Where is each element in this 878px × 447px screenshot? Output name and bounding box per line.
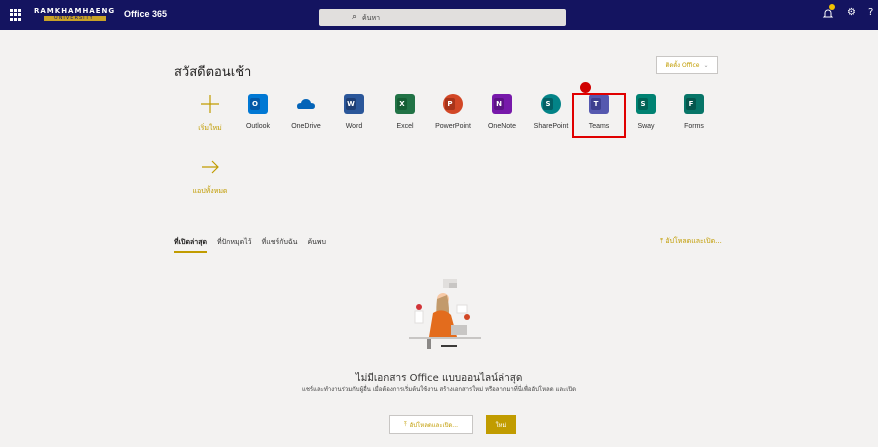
chevron-down-icon: ⌄: [703, 61, 709, 69]
upload-button-label: อัปโหลดและเปิด...: [409, 421, 459, 429]
tab-shared[interactable]: ที่แชร์กับฉัน: [262, 237, 298, 253]
app-name[interactable]: Office 365: [124, 9, 167, 19]
sharepoint-icon: S: [541, 94, 561, 114]
plus-icon: [200, 94, 220, 114]
outlook-icon: O: [248, 94, 268, 114]
search-icon: ⌕: [352, 12, 358, 22]
install-office-label: ติดตั้ง Office: [665, 62, 700, 69]
search-placeholder: ค้นหา: [362, 14, 381, 22]
upload-open-link[interactable]: ⤒ อัปโหลดและเปิด...: [660, 236, 722, 247]
top-bar: RAMKHAMHAENG UNIVERSITY Office 365 ⌕ ค้น…: [0, 0, 878, 30]
all-apps-link[interactable]: แอปทั้งหมด: [180, 157, 240, 197]
upload-open-button[interactable]: ⤒ อัปโหลดและเปิด...: [389, 415, 473, 434]
empty-state-title: ไม่มีเอกสาร Office แบบออนไลน์ล่าสุด: [355, 373, 523, 384]
powerpoint-icon: P: [443, 94, 463, 114]
logo-text: RAMKHAMHAENG: [34, 7, 116, 15]
highlight-marker: [580, 82, 591, 93]
install-office-button[interactable]: ติดตั้ง Office ⌄: [656, 56, 718, 74]
teams-highlight-box: [572, 93, 626, 138]
sway-icon: S: [636, 94, 656, 114]
excel-icon: X: [395, 94, 415, 114]
app-forms[interactable]: F Forms: [664, 94, 724, 130]
logo-subtext: UNIVERSITY: [54, 15, 94, 21]
upload-link-label: อัปโหลดและเปิด...: [665, 237, 722, 245]
onenote-icon: N: [492, 94, 512, 114]
bell-icon[interactable]: [822, 8, 834, 20]
university-logo[interactable]: RAMKHAMHAENG UNIVERSITY: [34, 6, 116, 24]
app-label: Forms: [684, 123, 704, 130]
greeting-title: สวัสดีตอนเช้า: [174, 65, 252, 80]
app-launcher-icon[interactable]: [10, 9, 22, 21]
document-tabs: ที่เปิดล่าสุด ที่ปักหมุดไว้ ที่แชร์กับฉั…: [174, 237, 326, 253]
gear-icon[interactable]: ⚙: [847, 7, 856, 18]
empty-state-illustration: [409, 279, 481, 349]
tab-recent[interactable]: ที่เปิดล่าสุด: [174, 237, 208, 253]
upload-icon: ⤒: [403, 420, 407, 428]
tab-discover[interactable]: ค้นพบ: [307, 237, 326, 253]
upload-icon: ⤒: [660, 237, 664, 245]
help-icon[interactable]: ?: [868, 7, 873, 18]
search-input[interactable]: ⌕ ค้นหา: [319, 9, 566, 26]
arrow-right-icon: [200, 157, 220, 177]
all-apps-label: แอปทั้งหมด: [192, 188, 228, 195]
forms-icon: F: [684, 94, 704, 114]
empty-state-description: แชร์และทำงานร่วมกับผู้อื่น เมื่อต้องการเ…: [301, 386, 577, 393]
tab-pinned[interactable]: ที่ปักหมุดไว้: [217, 237, 252, 253]
onedrive-icon: [296, 94, 316, 114]
new-document-button[interactable]: ใหม่: [486, 415, 516, 434]
word-icon: W: [344, 94, 364, 114]
